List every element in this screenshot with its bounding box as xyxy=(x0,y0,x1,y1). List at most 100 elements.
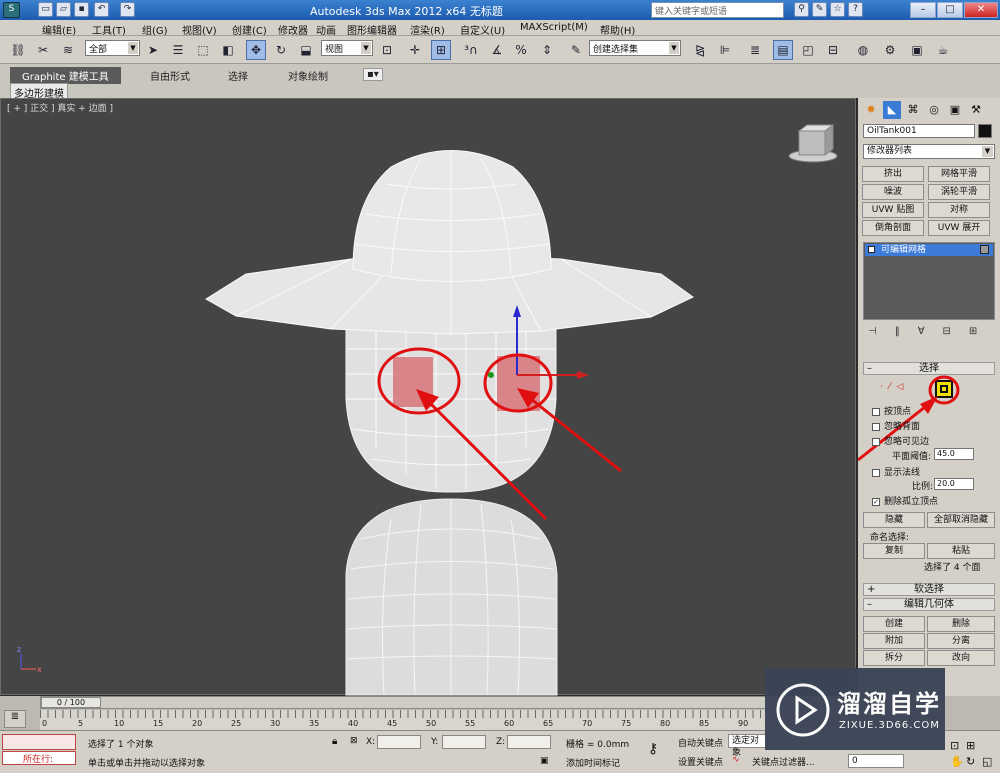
menu-create[interactable]: 创建(C) xyxy=(232,22,267,37)
align-icon[interactable]: ⊫ xyxy=(715,40,735,60)
maximize-button[interactable]: □ xyxy=(937,2,963,18)
delete-isolated-vertices-checkbox[interactable]: ✓ 删除孤立顶点 xyxy=(872,494,938,507)
detach-button[interactable]: 分离 xyxy=(927,633,995,649)
turn-button[interactable]: 改向 xyxy=(927,650,995,666)
time-slider[interactable]: 0 / 100 xyxy=(40,696,770,709)
key-filters-button[interactable]: 关键点过滤器... xyxy=(752,755,815,768)
modifier-uvw-map-button[interactable]: UVW 贴图 xyxy=(862,202,924,218)
material-editor-icon[interactable]: ◍ xyxy=(853,40,873,60)
front-viewport[interactable]: [ + ] 正交 ] 真实 + 边面 ] x z xyxy=(0,98,856,696)
set-key-curve-icon[interactable]: ∿ xyxy=(732,755,740,765)
percent-snap-icon[interactable]: % xyxy=(511,40,531,60)
create-tab-icon[interactable]: ✹ xyxy=(862,101,880,119)
rectangular-selection-icon[interactable]: ⬚ xyxy=(193,40,213,60)
unhide-all-button[interactable]: 全部取消隐藏 xyxy=(927,512,995,528)
tab-freeform[interactable]: 自由形式 xyxy=(150,68,190,83)
window-crossing-icon[interactable]: ◧ xyxy=(218,40,238,60)
curve-editor-icon[interactable]: ◰ xyxy=(798,40,818,60)
time-slider-thumb[interactable]: 0 / 100 xyxy=(41,697,101,708)
auto-key-button[interactable]: 自动关键点 xyxy=(678,736,723,749)
menu-group[interactable]: 组(G) xyxy=(142,22,168,37)
hide-button[interactable]: 隐藏 xyxy=(863,512,925,528)
close-button[interactable]: ✕ xyxy=(964,2,998,18)
paste-button[interactable]: 粘贴 xyxy=(927,543,995,559)
copy-button[interactable]: 复制 xyxy=(863,543,925,559)
show-normals-checkbox[interactable]: 显示法线 xyxy=(872,465,920,478)
motion-tab-icon[interactable]: ◎ xyxy=(925,101,943,119)
time-tag-icon[interactable]: ▣ xyxy=(540,756,549,766)
angle-snap-icon[interactable]: ∡ xyxy=(487,40,507,60)
set-key-button[interactable]: 设置关键点 xyxy=(678,755,723,768)
graphite-toggle-icon[interactable]: ▤ xyxy=(773,40,793,60)
bind-space-warp-icon[interactable]: ≋ xyxy=(58,40,78,60)
object-color-swatch[interactable] xyxy=(978,124,992,138)
stack-item-editable-mesh[interactable]: 可编辑网格 xyxy=(865,244,993,256)
menu-modifiers[interactable]: 修改器 xyxy=(278,22,308,37)
menu-tools[interactable]: 工具(T) xyxy=(92,22,126,37)
subscription-icon[interactable]: ✎ xyxy=(812,2,827,17)
tab-object-paint[interactable]: 对象绘制 xyxy=(288,68,328,83)
modifier-turbosmooth-button[interactable]: 涡轮平滑 xyxy=(928,184,990,200)
binoculars-icon[interactable]: ⚲ xyxy=(794,2,809,17)
modifier-list-dropdown[interactable]: 修改器列表 ▼ xyxy=(863,144,995,159)
select-move-icon[interactable]: ✥ xyxy=(246,40,266,60)
search-input[interactable]: 键入关键字或短语 xyxy=(651,2,784,18)
spinner-snap-icon[interactable]: ⇕ xyxy=(537,40,557,60)
rollout-soft-selection-header[interactable]: + 软选择 xyxy=(863,583,995,596)
rendered-frame-window-icon[interactable]: ▣ xyxy=(907,40,927,60)
y-coordinate-field[interactable] xyxy=(442,735,486,749)
zoom-extents-icon[interactable]: ⊡ xyxy=(950,739,959,752)
selection-filter-dropdown[interactable]: 全部 ▼ xyxy=(85,40,140,56)
save-file-icon[interactable]: ▪ xyxy=(74,2,89,17)
snaps-toggle-icon[interactable]: ³∩ xyxy=(461,40,481,60)
stack-toggle-icon[interactable] xyxy=(980,245,989,254)
selected-objects-dropdown[interactable]: 选定对象 xyxy=(728,734,768,758)
menu-maxscript[interactable]: MAXScript(M) xyxy=(520,22,588,33)
rollout-edit-geometry-header[interactable]: – 编辑几何体 xyxy=(863,598,995,611)
redo-icon[interactable]: ↷ xyxy=(120,2,135,17)
current-frame-field[interactable]: 0 xyxy=(848,754,904,768)
modifier-noise-button[interactable]: 噪波 xyxy=(862,184,924,200)
z-coordinate-field[interactable] xyxy=(507,735,551,749)
tab-graphite-modeling[interactable]: Graphite 建模工具 xyxy=(10,67,121,84)
select-by-name-icon[interactable]: ☰ xyxy=(168,40,188,60)
scale-spinner[interactable]: 20.0 xyxy=(934,478,974,490)
link-icon[interactable]: ⛓ xyxy=(8,40,28,60)
reference-coordinate-dropdown[interactable]: 视图 ▼ xyxy=(321,40,373,56)
modify-tab-icon[interactable]: ◣ xyxy=(883,101,901,119)
select-scale-icon[interactable]: ⬓ xyxy=(296,40,316,60)
schematic-view-icon[interactable]: ⊟ xyxy=(823,40,843,60)
select-object-icon[interactable]: ➤ xyxy=(143,40,163,60)
help-icon[interactable]: ? xyxy=(848,2,863,17)
ribbon-options-icon[interactable]: ▪▾ xyxy=(363,68,383,81)
mini-curve-editor-icon[interactable]: ≣ xyxy=(4,710,26,728)
ignore-backfacing-checkbox[interactable]: 忽略背面 xyxy=(872,419,920,432)
maximize-viewport-icon[interactable]: ◱ xyxy=(982,755,992,768)
mirror-icon[interactable]: ⧎ xyxy=(690,40,710,60)
render-setup-icon[interactable]: ⚙ xyxy=(880,40,900,60)
lock-icon[interactable]: 🔒︎ xyxy=(332,736,337,747)
keyboard-shortcut-override-icon[interactable]: ⊞ xyxy=(431,40,451,60)
ignore-visible-edges-checkbox[interactable]: 忽略可见边 xyxy=(872,434,929,447)
named-selection-dropdown[interactable]: 创建选择集 ▼ xyxy=(589,40,681,56)
key-icon[interactable]: ⚷ xyxy=(648,741,658,757)
delete-button[interactable]: 删除 xyxy=(927,616,995,632)
modifier-meshsmooth-button[interactable]: 网格平滑 xyxy=(928,166,990,182)
orbit-icon[interactable]: ↻ xyxy=(966,755,975,768)
utilities-tab-icon[interactable]: ⚒ xyxy=(967,101,985,119)
menu-help[interactable]: 帮助(H) xyxy=(600,22,635,37)
tab-selection[interactable]: 选择 xyxy=(228,68,248,83)
stack-expand-icon[interactable] xyxy=(868,246,875,253)
viewcube-icon[interactable] xyxy=(788,124,838,163)
modifier-bevel-profile-button[interactable]: 倒角剖面 xyxy=(862,220,924,236)
unlink-icon[interactable]: ✂ xyxy=(33,40,53,60)
mode-indicator[interactable]: 所在行: xyxy=(2,751,76,765)
create-button[interactable]: 创建 xyxy=(863,616,925,632)
pan-view-icon[interactable]: ✋ xyxy=(950,755,964,768)
by-vertex-checkbox[interactable]: 按顶点 xyxy=(872,404,911,417)
menu-rendering[interactable]: 渲染(R) xyxy=(410,22,445,37)
pivot-center-icon[interactable]: ⊡ xyxy=(377,40,397,60)
minimize-button[interactable]: – xyxy=(910,2,936,18)
add-time-tag[interactable]: 添加时间标记 xyxy=(566,756,620,769)
menu-view[interactable]: 视图(V) xyxy=(182,22,217,37)
